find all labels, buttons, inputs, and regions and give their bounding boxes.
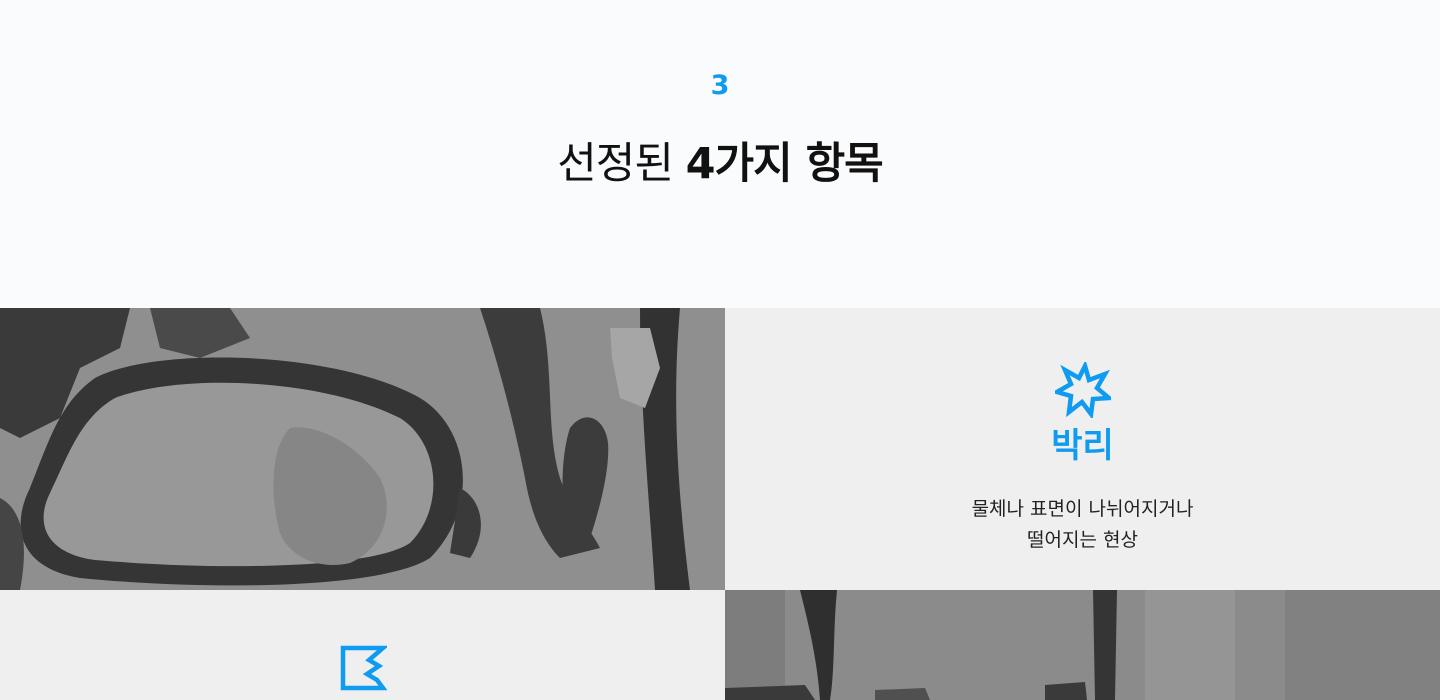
crack-photo-image xyxy=(725,590,1440,700)
item-title: 박리 xyxy=(1051,426,1114,466)
page: 3 선정된 4가지 항목 박리 물체나 표면이 나뉘어지거나 떨어지는 현상 xyxy=(0,0,1440,700)
peeling-photo xyxy=(0,308,725,590)
section-title: 선정된 4가지 항목 xyxy=(0,134,1440,194)
item-description-line: 물체나 표면이 나뉘어지거나 xyxy=(971,498,1194,520)
item-grid: 박리 물체나 표면이 나뉘어지거나 떨어지는 현상 xyxy=(0,308,1440,700)
starburst-icon xyxy=(1054,362,1111,418)
peeling-photo-image xyxy=(0,308,725,590)
step-number: 3 xyxy=(710,70,730,101)
item-card-crack xyxy=(0,590,725,700)
title-bold: 4가지 항목 xyxy=(685,139,884,189)
title-light: 선정된 xyxy=(557,139,674,189)
item-card-delamination: 박리 물체나 표면이 나뉘어지거나 떨어지는 현상 xyxy=(725,308,1440,590)
item-description: 물체나 표면이 나뉘어지거나 떨어지는 현상 xyxy=(725,494,1440,556)
crack-icon xyxy=(340,645,387,691)
crack-photo xyxy=(725,590,1440,700)
section-header: 3 선정된 4가지 항목 xyxy=(0,0,1440,308)
item-description-line: 떨어지는 현상 xyxy=(1027,529,1138,551)
